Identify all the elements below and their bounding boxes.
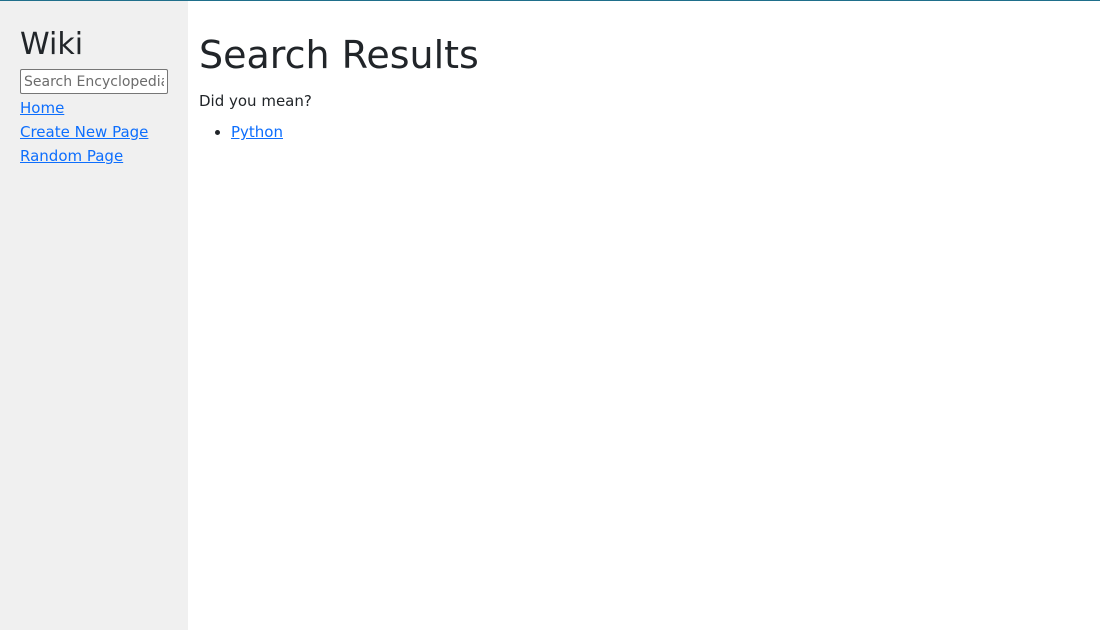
main-content: Search Results Did you mean? Python	[188, 0, 1100, 630]
suggestion-prompt: Did you mean?	[199, 92, 312, 110]
sidebar: Wiki Home Create New Page Random Page	[0, 0, 188, 630]
results-list: Python	[199, 120, 1100, 144]
nav-link-random-page[interactable]: Random Page	[20, 144, 188, 168]
result-link-python[interactable]: Python	[231, 123, 283, 141]
search-input[interactable]	[20, 69, 168, 94]
top-border-line	[0, 0, 1100, 1]
search-form	[20, 69, 188, 94]
nav-link-create-new-page[interactable]: Create New Page	[20, 120, 188, 144]
page-layout: Wiki Home Create New Page Random Page Se…	[0, 0, 1100, 630]
site-title: Wiki	[20, 27, 84, 62]
list-item: Python	[231, 120, 1100, 144]
nav-link-home[interactable]: Home	[20, 96, 188, 120]
page-title: Search Results	[199, 33, 479, 77]
